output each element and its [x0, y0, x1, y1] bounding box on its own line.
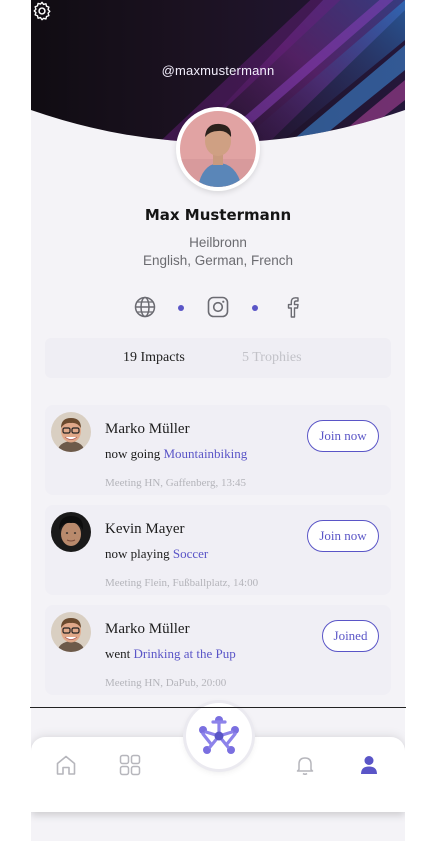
- activity-link[interactable]: Drinking at the Pup: [134, 646, 236, 661]
- social-links: [31, 295, 405, 321]
- profile-name: Max Mustermann: [144, 206, 292, 224]
- separator-dot: [252, 305, 258, 311]
- meeting-info: Meeting HN, DaPub, 20:00: [105, 677, 227, 689]
- activity-link[interactable]: Soccer: [173, 546, 208, 561]
- join-now-button[interactable]: Join now: [307, 420, 379, 452]
- activity-line: went Drinking at the Pup: [105, 646, 236, 662]
- avatar: [180, 111, 256, 187]
- globe-icon[interactable]: [133, 295, 157, 319]
- activity-verb: now playing: [105, 546, 170, 561]
- profile-handle: @maxmustermann: [161, 63, 275, 78]
- bell-icon[interactable]: [293, 753, 317, 777]
- joined-button[interactable]: Joined: [322, 620, 379, 652]
- activity-line: now going Mountainbiking: [105, 446, 247, 462]
- activity-verb: now going: [105, 446, 161, 461]
- instagram-icon[interactable]: [206, 295, 230, 319]
- avatar: [51, 512, 91, 552]
- feed-card: Marko Müller went Drinking at the Pup Me…: [45, 605, 391, 695]
- divider: [30, 707, 406, 708]
- activity-link[interactable]: Mountainbiking: [164, 446, 248, 461]
- separator-dot: [178, 305, 184, 311]
- app-logo-icon: [199, 716, 239, 754]
- tab-trophies[interactable]: 5 Trophies: [242, 350, 302, 366]
- tab-impacts[interactable]: 19 Impacts: [123, 350, 185, 366]
- stats-tabs: 19 Impacts 5 Trophies: [45, 338, 391, 378]
- person-name: Marko Müller: [105, 421, 190, 437]
- home-icon[interactable]: [54, 753, 78, 777]
- profile-avatar[interactable]: [176, 107, 260, 191]
- grid-icon[interactable]: [118, 753, 142, 777]
- app-logo-button[interactable]: [186, 703, 252, 769]
- person-name: Marko Müller: [105, 621, 190, 637]
- profile-screen: @maxmustermann Max Mustermann Heilbronn …: [31, 0, 405, 841]
- facebook-icon[interactable]: [281, 295, 305, 319]
- activity-verb: went: [105, 646, 131, 661]
- profile-icon[interactable]: [357, 753, 381, 777]
- avatar: [51, 412, 91, 452]
- gear-icon[interactable]: [31, 0, 53, 22]
- profile-city: Heilbronn: [189, 235, 247, 250]
- join-now-button[interactable]: Join now: [307, 520, 379, 552]
- meeting-info: Meeting HN, Gaffenberg, 13:45: [105, 477, 247, 489]
- feed-card: Marko Müller now going Mountainbiking Me…: [45, 405, 391, 495]
- person-name: Kevin Mayer: [105, 521, 185, 537]
- feed-card: Kevin Mayer now playing Soccer Meeting F…: [45, 505, 391, 595]
- profile-languages: English, German, French: [142, 253, 294, 268]
- avatar: [51, 612, 91, 652]
- meeting-info: Meeting Flein, Fußballplatz, 14:00: [105, 577, 259, 589]
- activity-line: now playing Soccer: [105, 546, 208, 562]
